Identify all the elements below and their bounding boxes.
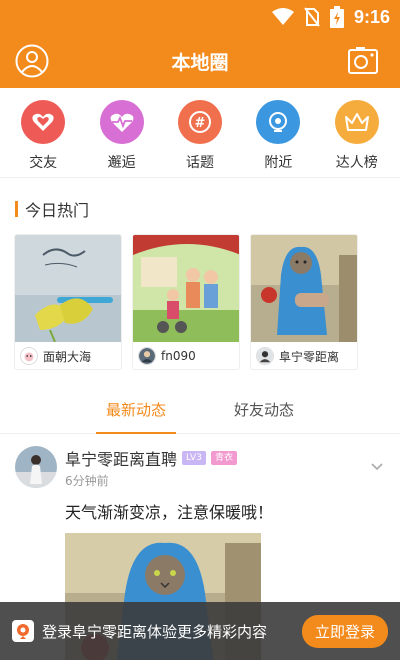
tab-latest[interactable]: 最新动态 (95, 384, 177, 434)
login-button[interactable]: 立即登录 (301, 614, 388, 648)
post-time: 6分钟前 (65, 474, 109, 488)
hot-card-image (251, 235, 357, 342)
shortcut-topics[interactable]: # 话题 (164, 100, 236, 177)
shortcut-menu: 交友 邂逅 # 话题 附近 达人榜 (0, 88, 400, 178)
shortcut-label: 附近 (264, 155, 293, 171)
user-avatar (138, 347, 156, 365)
shortcut-label: 达人榜 (335, 155, 378, 171)
camera-icon[interactable] (348, 46, 378, 74)
status-time: 9:16 (353, 6, 390, 27)
hot-card[interactable]: 阜宁零距离 (250, 234, 358, 370)
shortcut-encounter[interactable]: 邂逅 (86, 100, 158, 177)
no-sim-icon (304, 7, 320, 27)
status-bar: 9:16 (0, 0, 400, 34)
chevron-down-icon[interactable] (370, 456, 384, 471)
hot-card-image (15, 235, 121, 342)
hot-card[interactable]: 面朝大海 (14, 234, 122, 370)
battery-charging-icon (329, 6, 344, 28)
hot-card-user: 面朝大海 (43, 349, 92, 364)
page-title: 本地圈 (171, 51, 229, 74)
heart-icon (21, 100, 66, 144)
hot-list: 面朝大海 fn090 阜宁零距离 (0, 234, 400, 370)
login-prompt-bar: 登录阜宁零距离体验更多精彩内容 立即登录 (0, 602, 400, 660)
app-logo-icon (12, 620, 34, 642)
shortcut-label: 邂逅 (107, 155, 136, 171)
hot-section-title: 今日热门 (25, 201, 90, 220)
tab-friends[interactable]: 好友动态 (230, 384, 298, 434)
shortcut-make-friends[interactable]: 交友 (7, 100, 79, 177)
location-icon (256, 100, 301, 144)
hot-section-header: 今日热门 (0, 184, 400, 234)
hashtag-icon: # (177, 100, 222, 144)
login-prompt-text: 登录阜宁零距离体验更多精彩内容 (42, 622, 268, 641)
profile-avatar-button[interactable] (15, 44, 49, 78)
crown-icon (334, 100, 379, 144)
hot-card[interactable]: fn090 (132, 234, 240, 370)
hot-card-image (133, 235, 239, 342)
section-accent-bar (15, 201, 18, 217)
level-badge: LV3 (182, 451, 206, 465)
heartbeat-icon (99, 100, 144, 144)
svg-text:#: # (195, 116, 206, 131)
title-badge: 青衣 (210, 451, 237, 465)
hot-card-user: 阜宁零距离 (279, 349, 340, 364)
user-avatar (20, 347, 38, 365)
shortcut-label: 话题 (185, 155, 214, 171)
shortcut-label: 交友 (29, 155, 58, 171)
shortcut-nearby[interactable]: 附近 (242, 100, 314, 177)
user-avatar (256, 347, 274, 365)
post-text: 天气渐渐变凉，注意保暖哦！ (65, 503, 274, 522)
post-avatar[interactable] (15, 446, 57, 488)
app-header: 9:16 本地圈 (0, 0, 400, 88)
post-author-name[interactable]: 阜宁零距离直聘 (65, 446, 177, 470)
feed-tabs: 最新动态 好友动态 (0, 384, 400, 434)
wifi-icon (271, 8, 294, 26)
hot-card-user: fn090 (161, 349, 196, 363)
shortcut-ranking[interactable]: 达人榜 (321, 100, 393, 177)
